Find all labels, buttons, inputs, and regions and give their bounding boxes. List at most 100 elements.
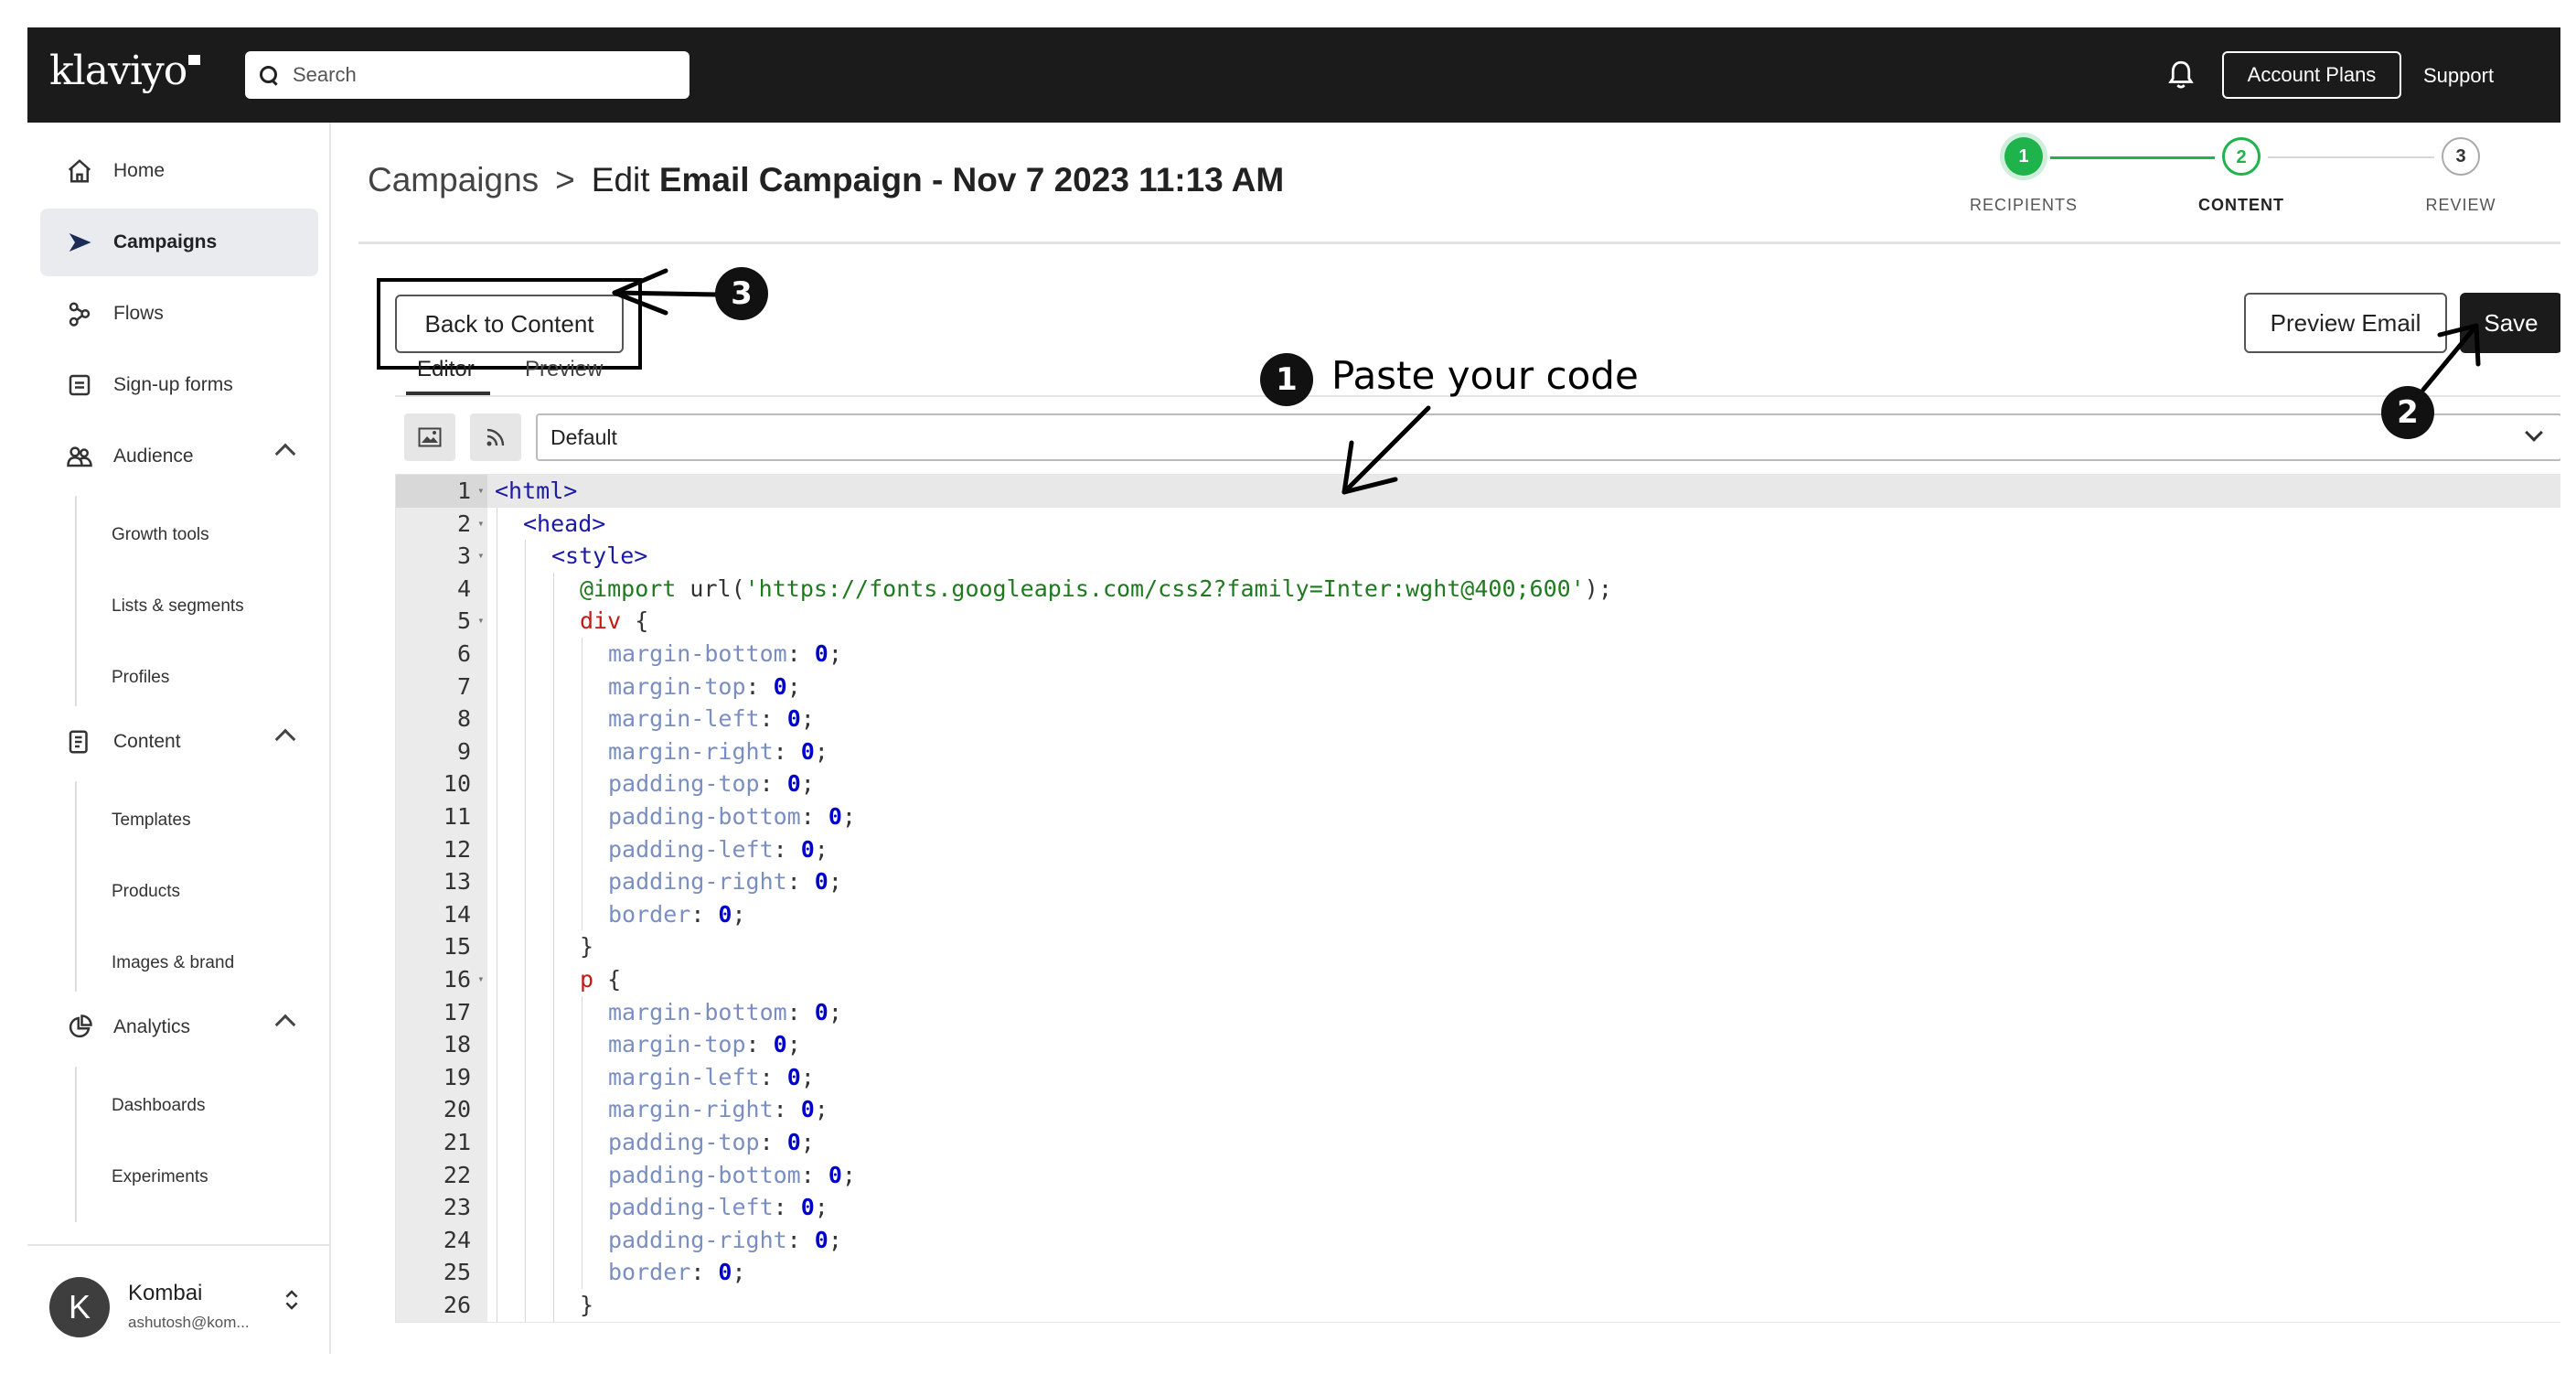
sidebar-subitem-dashboards[interactable]: Dashboards bbox=[112, 1096, 205, 1116]
sidebar-item-label: Sign-up forms bbox=[113, 374, 233, 395]
chevron-up-icon[interactable] bbox=[274, 1014, 296, 1036]
sidebar-item-audience[interactable]: Audience bbox=[40, 423, 318, 490]
breadcrumb-campaigns-link[interactable]: Campaigns bbox=[368, 161, 539, 199]
code-line[interactable]: 17 margin-bottom: 0; bbox=[396, 996, 842, 1029]
code-line[interactable]: 26} bbox=[396, 1289, 593, 1322]
code-line[interactable]: 10 padding-top: 0; bbox=[396, 768, 815, 800]
code-line[interactable]: 7 margin-top: 0; bbox=[396, 671, 801, 703]
code-line[interactable]: 18 margin-top: 0; bbox=[396, 1028, 801, 1061]
bell-icon[interactable] bbox=[2167, 59, 2195, 91]
line-number: 3 bbox=[456, 542, 471, 570]
code-text: padding-top: 0; bbox=[608, 1129, 815, 1155]
code-line[interactable]: 15} bbox=[396, 930, 593, 963]
line-number: 19 bbox=[443, 1063, 471, 1090]
sidebar-item-signup-forms[interactable]: Sign-up forms bbox=[40, 351, 318, 419]
line-number: 5 bbox=[456, 607, 471, 635]
account-switcher[interactable]: K Kombai ashutosh@kom... bbox=[27, 1244, 331, 1354]
code-line[interactable]: 11 padding-bottom: 0; bbox=[396, 800, 856, 833]
code-line[interactable]: 4 @import url('https://fonts.googleapis.c… bbox=[396, 573, 1612, 606]
code-line[interactable]: 22 padding-bottom: 0; bbox=[396, 1159, 856, 1192]
tab-preview[interactable]: Preview bbox=[525, 357, 603, 382]
search-icon bbox=[258, 64, 280, 86]
sidebar-subitem-experiments[interactable]: Experiments bbox=[112, 1167, 208, 1187]
code-text: margin-top: 0; bbox=[608, 1031, 801, 1058]
code-line[interactable]: 14 border: 0; bbox=[396, 898, 746, 931]
code-text: margin-bottom: 0; bbox=[608, 640, 842, 667]
insert-feed-button[interactable] bbox=[470, 413, 521, 461]
back-to-content-button[interactable]: Back to Content bbox=[395, 295, 624, 353]
sidebar-subitem-products[interactable]: Products bbox=[112, 882, 180, 902]
app-window: klaviyo Account Plans Support Home Campa… bbox=[27, 27, 2560, 1354]
rss-icon bbox=[486, 428, 505, 446]
code-editor[interactable]: 1 ▾ <html> 2 ▾ <head> 3 ▾ <style> 4 @import url… bbox=[395, 474, 2560, 1323]
stepper-step-content[interactable]: 2 bbox=[2222, 137, 2261, 176]
code-line[interactable]: 21 padding-top: 0; bbox=[396, 1126, 815, 1159]
sidebar-item-flows[interactable]: Flows bbox=[40, 280, 318, 348]
search-box[interactable] bbox=[245, 51, 689, 99]
annotation-text-paste-code: Paste your code bbox=[1331, 353, 1639, 398]
code-line[interactable]: 20 margin-right: 0; bbox=[396, 1093, 828, 1126]
code-line[interactable]: 12 padding-left: 0; bbox=[396, 833, 828, 866]
fold-toggle-icon[interactable]: ▾ bbox=[471, 508, 487, 541]
sidebar-subitem-templates[interactable]: Templates bbox=[112, 810, 191, 831]
code-line[interactable]: 8 margin-left: 0; bbox=[396, 703, 815, 735]
sidebar-item-label: Content bbox=[113, 731, 181, 752]
analytics-icon bbox=[69, 1014, 92, 1038]
code-line[interactable]: 2 ▾ <head> bbox=[396, 508, 605, 541]
preview-email-button[interactable]: Preview Email bbox=[2244, 293, 2447, 353]
content-icon bbox=[69, 730, 88, 754]
insert-image-button[interactable] bbox=[404, 413, 455, 461]
tab-editor[interactable]: Editor bbox=[417, 357, 475, 382]
sidebar-item-content[interactable]: Content bbox=[40, 708, 318, 776]
code-line[interactable]: 24 padding-right: 0; bbox=[396, 1224, 842, 1257]
support-link[interactable]: Support bbox=[2423, 64, 2494, 88]
code-line[interactable]: 23 padding-left: 0; bbox=[396, 1191, 828, 1224]
code-line[interactable]: 3 ▾ <style> bbox=[396, 540, 647, 573]
sidebar-item-campaigns[interactable]: Campaigns bbox=[40, 209, 318, 276]
stepper-label-recipients: RECIPIENTS bbox=[1969, 196, 2079, 214]
fold-toggle-icon[interactable]: ▾ bbox=[471, 540, 487, 573]
stepper-step-recipients[interactable]: 1 bbox=[2004, 137, 2043, 176]
line-number: 21 bbox=[443, 1129, 471, 1155]
chevron-updown-icon[interactable] bbox=[283, 1286, 300, 1314]
header-divider bbox=[358, 242, 2560, 244]
sidebar-item-label: Campaigns bbox=[113, 231, 218, 252]
fold-toggle-icon[interactable]: ▾ bbox=[471, 605, 487, 638]
code-line[interactable]: 16 ▾ p { bbox=[396, 963, 621, 996]
code-text: border: 0; bbox=[608, 900, 746, 928]
chevron-up-icon[interactable] bbox=[274, 443, 296, 465]
page-title: Edit Email Campaign - Nov 7 2023 11:13 A… bbox=[591, 161, 1285, 199]
line-number: 6 bbox=[456, 640, 471, 667]
stepper-step-review[interactable]: 3 bbox=[2442, 137, 2480, 176]
code-line[interactable]: 5 ▾ div { bbox=[396, 605, 648, 638]
code-line[interactable]: 1 ▾ <html> bbox=[396, 475, 577, 508]
sidebar-subitem-lists-segments[interactable]: Lists & segments bbox=[112, 596, 244, 617]
code-line[interactable]: 19 margin-left: 0; bbox=[396, 1061, 815, 1094]
sidebar-subitem-images-brand[interactable]: Images & brand bbox=[112, 953, 234, 973]
template-select[interactable]: Default bbox=[536, 413, 2560, 461]
code-line[interactable]: 6 margin-bottom: 0; bbox=[396, 638, 842, 671]
chevron-up-icon[interactable] bbox=[274, 728, 296, 750]
klaviyo-logo[interactable]: klaviyo bbox=[49, 48, 201, 94]
code-text: <head> bbox=[523, 510, 606, 537]
code-text: <html> bbox=[495, 478, 578, 504]
fold-toggle-icon[interactable]: ▾ bbox=[471, 475, 487, 508]
account-plans-button[interactable]: Account Plans bbox=[2222, 51, 2401, 99]
code-line[interactable]: 25 border: 0; bbox=[396, 1256, 746, 1289]
code-text: padding-bottom: 0; bbox=[608, 1161, 856, 1188]
save-button[interactable]: Save bbox=[2460, 293, 2560, 353]
line-number: 9 bbox=[456, 737, 471, 765]
sidebar-item-home[interactable]: Home bbox=[40, 137, 318, 205]
fold-toggle-icon[interactable]: ▾ bbox=[471, 963, 487, 996]
chevron-down-icon bbox=[2525, 424, 2543, 442]
main-content: Campaigns > Edit Email Campaign - Nov 7 … bbox=[331, 123, 2560, 1354]
sidebar-item-label: Home bbox=[113, 160, 166, 181]
sidebar-subitem-growth-tools[interactable]: Growth tools bbox=[112, 525, 209, 545]
stepper-connector-complete bbox=[2050, 156, 2215, 159]
sidebar-subitem-profiles[interactable]: Profiles bbox=[112, 668, 169, 688]
code-line[interactable]: 9 margin-right: 0; bbox=[396, 735, 828, 768]
code-line[interactable]: 13 padding-right: 0; bbox=[396, 865, 842, 898]
line-number: 11 bbox=[443, 803, 471, 830]
sidebar-item-analytics[interactable]: Analytics bbox=[40, 993, 318, 1061]
search-input[interactable] bbox=[293, 63, 658, 87]
